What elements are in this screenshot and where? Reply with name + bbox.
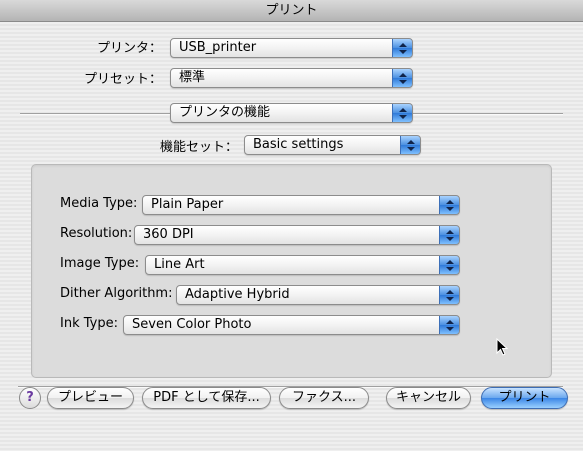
- dither-algorithm-label: Dither Algorithm:: [60, 286, 173, 301]
- image-type-popup-value: Line Art: [154, 257, 205, 272]
- dither-algorithm-popup[interactable]: Adaptive Hybrid: [176, 285, 460, 305]
- popup-arrows-icon: [439, 256, 459, 274]
- print-button[interactable]: プリント: [481, 387, 568, 409]
- preview-button[interactable]: プレビュー: [47, 387, 134, 409]
- printer-label: プリンタ：: [96, 41, 162, 56]
- mouse-pointer-icon: [496, 338, 508, 356]
- preset-popup-value: 標準: [179, 70, 206, 85]
- preset-label: プリセット：: [83, 72, 162, 87]
- media-type-popup-value: Plain Paper: [151, 197, 224, 212]
- ink-type-popup-value: Seven Color Photo: [132, 317, 252, 332]
- settings-group-box: Media Type: Plain Paper Resolution: 360 …: [31, 164, 552, 378]
- dither-algorithm-popup-value: Adaptive Hybrid: [185, 287, 290, 302]
- popup-arrows-icon: [439, 286, 459, 304]
- printer-popup-value: USB_printer: [179, 40, 257, 55]
- ink-type-label: Ink Type:: [60, 316, 118, 331]
- image-type-popup[interactable]: Line Art: [145, 255, 460, 275]
- preset-popup[interactable]: 標準: [170, 68, 413, 88]
- divider-right: [413, 113, 563, 115]
- image-type-label: Image Type:: [60, 256, 140, 271]
- popup-arrows-icon: [392, 69, 412, 87]
- popup-arrows-icon: [392, 39, 412, 57]
- popup-arrows-icon: [400, 136, 420, 154]
- window-title: プリント: [265, 3, 318, 18]
- feature-set-label: 機能セット：: [159, 140, 238, 155]
- popup-arrows-icon: [392, 104, 412, 122]
- resolution-label: Resolution:: [60, 226, 133, 241]
- fax-button[interactable]: ファクス...: [279, 387, 369, 409]
- media-type-label: Media Type:: [60, 196, 138, 211]
- media-type-popup[interactable]: Plain Paper: [142, 195, 460, 215]
- save-as-pdf-button[interactable]: PDF として保存...: [142, 387, 271, 409]
- cancel-button[interactable]: キャンセル: [386, 387, 471, 409]
- feature-set-popup[interactable]: Basic settings: [244, 135, 421, 155]
- ink-type-popup[interactable]: Seven Color Photo: [123, 315, 460, 335]
- printer-popup[interactable]: USB_printer: [170, 38, 413, 58]
- panel-popup-value: プリンタの機能: [179, 105, 271, 120]
- popup-arrows-icon: [439, 316, 459, 334]
- window-title-bar: プリント: [0, 0, 583, 22]
- divider-left: [20, 113, 170, 115]
- panel-popup[interactable]: プリンタの機能: [170, 103, 413, 123]
- popup-arrows-icon: [439, 196, 459, 214]
- help-button[interactable]: ?: [19, 387, 41, 409]
- popup-arrows-icon: [439, 226, 459, 244]
- feature-set-popup-value: Basic settings: [253, 137, 344, 152]
- resolution-popup[interactable]: 360 DPI: [134, 225, 460, 245]
- resolution-popup-value: 360 DPI: [143, 227, 194, 242]
